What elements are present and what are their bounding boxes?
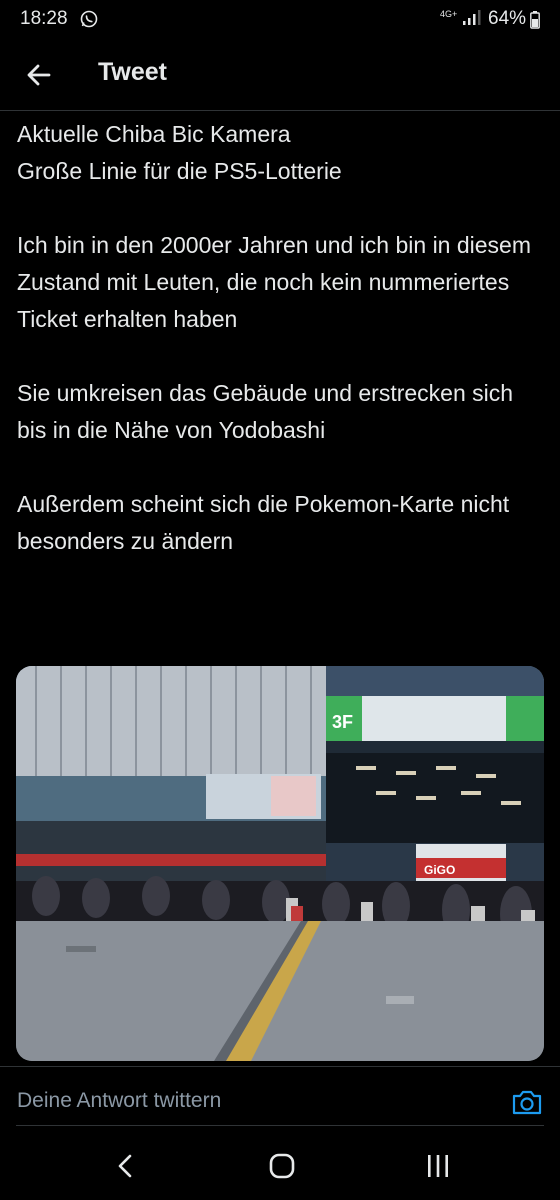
photo-illustration: 3F GiGO xyxy=(16,666,544,1061)
status-bar: 18:28 4G+ 64% xyxy=(0,0,560,40)
store-sign: GiGO xyxy=(424,863,455,877)
whatsapp-icon xyxy=(80,10,98,28)
system-nav-bar xyxy=(0,1130,560,1200)
reply-input[interactable]: Deine Antwort twittern xyxy=(17,1089,221,1113)
divider xyxy=(0,1066,560,1067)
back-chevron-icon[interactable] xyxy=(113,1152,137,1180)
battery-level: 64% xyxy=(488,8,527,29)
arrow-left-icon[interactable] xyxy=(22,58,56,92)
network-type-label: 4G+ xyxy=(440,9,458,19)
tweet-paragraph: Sie umkreisen das Gebäude und erstrecken… xyxy=(17,380,514,443)
tweet-photo[interactable]: 3F GiGO xyxy=(16,666,544,1061)
tweet-paragraph: Außerdem scheint sich die Pokemon-Karte … xyxy=(17,491,510,554)
tweet-paragraph: Aktuelle Chiba Bic Kamera Große Linie fü… xyxy=(17,121,342,184)
recents-icon[interactable] xyxy=(424,1153,452,1179)
tweet-text: Aktuelle Chiba Bic Kamera Große Linie fü… xyxy=(17,116,547,597)
reply-underline xyxy=(16,1125,544,1126)
tweet-paragraph: Ich bin in den 2000er Jahren und ich bin… xyxy=(17,232,532,332)
page-title: Tweet xyxy=(98,58,167,86)
camera-icon[interactable] xyxy=(510,1085,544,1119)
app-header: Tweet xyxy=(0,40,560,111)
signal-icon xyxy=(463,10,481,25)
battery-icon xyxy=(530,11,540,29)
home-icon[interactable] xyxy=(268,1152,296,1180)
status-time: 18:28 xyxy=(20,8,68,29)
floor-sign: 3F xyxy=(332,712,353,732)
